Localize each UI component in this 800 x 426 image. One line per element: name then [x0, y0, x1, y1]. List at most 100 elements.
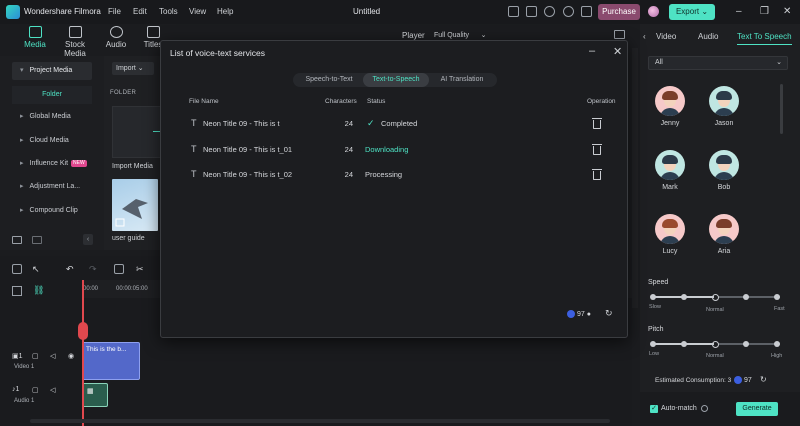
redo-icon[interactable]: ↷	[89, 264, 99, 274]
sidebar-item-project-media[interactable]: ▾ Project Media	[12, 62, 92, 80]
tab-speech-to-text[interactable]: Speech-to-Text	[295, 73, 363, 87]
layout-icon[interactable]	[12, 264, 22, 274]
refresh-icon[interactable]: ↻	[605, 308, 613, 319]
cloud-icon[interactable]	[544, 6, 555, 17]
volume-icon[interactable]: ◁	[50, 352, 55, 360]
timeline-scrollbar[interactable]	[30, 419, 610, 423]
trash-icon[interactable]	[592, 118, 602, 129]
sidebar-item-global-media[interactable]: ▸ Global Media	[12, 108, 92, 126]
playhead[interactable]	[82, 280, 84, 426]
tab-text-to-speech[interactable]: Text To Speech	[737, 32, 792, 45]
tab-media[interactable]: Media	[13, 26, 57, 49]
voice-card[interactable]: Mark	[652, 150, 688, 191]
speed-fast-label: Fast	[774, 306, 785, 312]
delete-icon[interactable]	[114, 264, 124, 274]
select-tool-icon[interactable]: ↖	[32, 264, 42, 274]
help-icon[interactable]	[701, 405, 708, 412]
close-icon[interactable]: ✕	[613, 45, 622, 58]
quality-select[interactable]: Full Quality ⌄	[434, 31, 487, 39]
minimize-icon[interactable]: –	[589, 45, 595, 57]
auto-match-label: Auto-match	[661, 405, 697, 412]
menu-help[interactable]: Help	[217, 7, 233, 16]
audio-clip[interactable]: ▦	[82, 383, 108, 407]
folder-icon[interactable]	[32, 236, 42, 244]
menu-tools[interactable]: Tools	[159, 7, 178, 16]
text-icon: T	[191, 144, 197, 154]
sidebar-item-label: Compound Clip	[29, 207, 78, 214]
pitch-step[interactable]	[743, 341, 749, 347]
estimated-consumption: Estimated Consumption: 3	[655, 377, 732, 384]
voice-card[interactable]: Jason	[706, 86, 742, 127]
playhead-handle[interactable]	[78, 322, 88, 340]
grid-icon[interactable]	[581, 6, 592, 17]
add-track-icon[interactable]	[12, 286, 22, 296]
filmora-logo-icon	[6, 5, 20, 19]
menu-file[interactable]: File	[108, 7, 121, 16]
voice-card[interactable]: Bob	[706, 150, 742, 191]
user-guide-thumbnail[interactable]	[112, 179, 158, 231]
speed-slider[interactable]	[650, 293, 780, 301]
close-icon[interactable]: ✕	[783, 6, 791, 17]
new-folder-icon[interactable]	[12, 236, 22, 244]
auto-match-checkbox[interactable]: ✓	[650, 405, 658, 413]
snapshot-icon[interactable]	[614, 30, 625, 39]
video-folder-icon[interactable]: ▢	[32, 352, 39, 360]
link-icon[interactable]: ⛓	[33, 285, 44, 296]
dialog-title: List of voice-text services	[170, 48, 265, 58]
voice-name: Jason	[714, 120, 734, 127]
refresh-icon[interactable]: ↻	[760, 375, 767, 384]
collapse-sidebar-icon[interactable]: ‹	[83, 234, 93, 245]
column-file-name: File Name	[189, 98, 219, 105]
eye-icon[interactable]: ◉	[68, 352, 74, 360]
pitch-low-label: Low	[649, 351, 660, 357]
maximize-icon[interactable]: ❐	[760, 6, 769, 17]
trash-icon[interactable]	[592, 144, 602, 155]
sidebar-item-adjustment-layer[interactable]: ▸ Adjustment La...	[12, 178, 92, 196]
tab-ai-translation[interactable]: AI Translation	[429, 73, 495, 87]
purchase-button[interactable]: Purchase	[598, 4, 640, 20]
account-avatar[interactable]	[648, 6, 659, 17]
voice-card[interactable]: Lucy	[652, 214, 688, 255]
audio-volume-icon[interactable]: ◁	[50, 386, 55, 394]
generate-button[interactable]: Generate	[736, 402, 778, 416]
voice-card[interactable]: Aria	[706, 214, 742, 255]
tab-video[interactable]: Video	[656, 32, 676, 41]
title-clip[interactable]: This is the b...	[82, 342, 140, 380]
folder-heading: FOLDER	[110, 90, 137, 96]
import-media-tile[interactable]	[112, 106, 162, 158]
tab-text-to-speech-dialog[interactable]: Text-to-Speech	[363, 73, 429, 87]
trash-icon[interactable]	[592, 169, 602, 180]
undo-icon[interactable]: ↶	[66, 264, 76, 274]
import-dropdown[interactable]: Import ⌄	[112, 62, 154, 75]
app-name: Wondershare Filmora	[24, 7, 101, 16]
audio-folder-icon[interactable]: ▢	[32, 386, 39, 394]
caret-right-icon: ▸	[20, 137, 24, 144]
voice-card[interactable]: Jenny	[652, 86, 688, 127]
monitor-icon[interactable]	[526, 6, 537, 17]
speed-step[interactable]	[743, 294, 749, 300]
row-characters: 24	[344, 145, 353, 154]
save-icon[interactable]	[508, 6, 519, 17]
menu-view[interactable]: View	[189, 7, 206, 16]
voice-list-scrollbar[interactable]	[780, 84, 783, 134]
pitch-slider[interactable]	[650, 340, 780, 348]
headset-icon[interactable]	[563, 6, 574, 17]
player-scrollbar[interactable]	[632, 48, 638, 308]
voice-filter-select[interactable]: All ⌄	[648, 56, 788, 70]
row-file-name: Neon Title 09 - This is t_01	[203, 145, 293, 154]
tab-stock-media[interactable]: Stock Media	[53, 26, 97, 58]
sidebar-folder[interactable]: Folder	[12, 86, 92, 104]
panel-back-icon[interactable]: ‹	[643, 32, 646, 41]
menu-edit[interactable]: Edit	[133, 7, 147, 16]
scissors-icon[interactable]: ✂	[136, 264, 146, 274]
minimize-icon[interactable]: –	[736, 6, 742, 17]
sidebar-item-compound-clip[interactable]: ▸ Compound Clip	[12, 202, 92, 220]
pitch-step[interactable]	[774, 341, 780, 347]
export-button[interactable]: Export ⌄	[669, 4, 715, 20]
speed-step[interactable]	[774, 294, 780, 300]
sidebar-item-cloud-media[interactable]: ▸ Cloud Media	[12, 132, 92, 150]
media-sidebar: ▾ Project Media Folder ▸ Global Media ▸ Clo…	[0, 56, 104, 250]
tab-audio-panel[interactable]: Audio	[698, 32, 718, 41]
sidebar-item-influence-kit[interactable]: ▸ Influence Kit NEW	[12, 155, 92, 173]
time-start: 00:00	[83, 286, 99, 292]
